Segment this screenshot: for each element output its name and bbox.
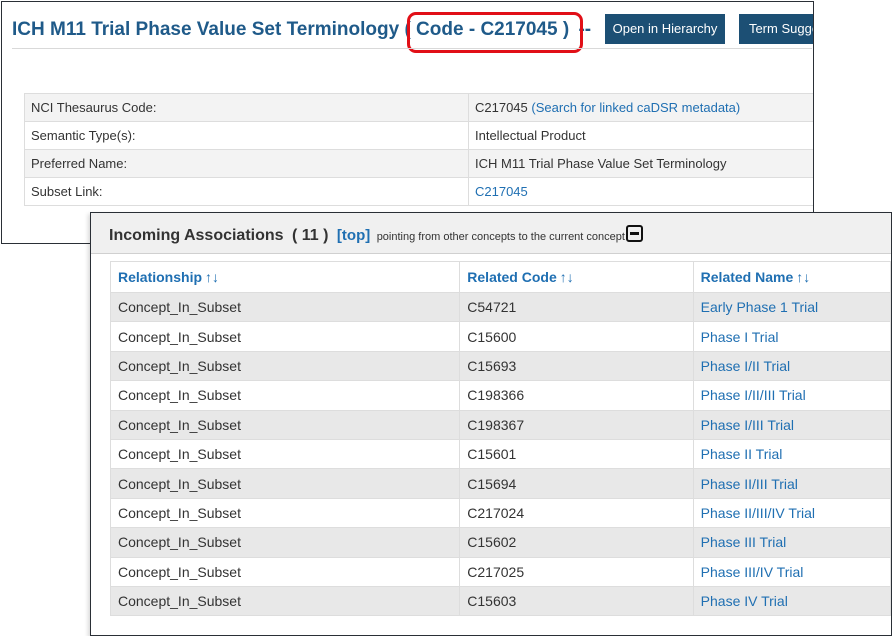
property-row-code: NCI Thesaurus Code: C217045 (Search for … — [24, 93, 813, 122]
property-label: Preferred Name: — [24, 149, 469, 178]
property-label: Subset Link: — [24, 177, 469, 206]
sort-icon[interactable]: ↑↓ — [205, 269, 219, 285]
related-name-link[interactable]: Early Phase 1 Trial — [701, 299, 819, 315]
table-row: Concept_In_Subset C15694 Phase II/III Tria… — [109, 468, 891, 499]
column-header-label: Relationship — [118, 269, 203, 285]
related-name-link[interactable]: Phase II/III/IV Trial — [701, 505, 815, 521]
relationship-cell: Concept_In_Subset — [109, 585, 461, 617]
relationship-cell: Concept_In_Subset — [109, 380, 461, 411]
related-name-cell: Phase II/III/IV Trial — [692, 497, 891, 529]
incoming-associations-header: Incoming Associations ( 11 ) [top] point… — [91, 213, 891, 254]
column-header-relationship[interactable]: Relationship ↑↓ — [109, 261, 461, 293]
relationship-cell: Concept_In_Subset — [109, 350, 461, 382]
related-name-cell: Phase II/III Trial — [692, 468, 891, 499]
relationship-cell: Concept_In_Subset — [109, 409, 461, 440]
related-name-link[interactable]: Phase I Trial — [701, 329, 779, 345]
relationship-cell: Concept_In_Subset — [109, 468, 461, 499]
relationship-cell: Concept_In_Subset — [109, 527, 461, 558]
relationship-cell: Concept_In_Subset — [109, 291, 461, 323]
property-value: C217045 (Search for linked caDSR metadat… — [468, 93, 813, 122]
column-header-label: Related Code — [467, 269, 557, 285]
property-value: C217045 — [468, 177, 813, 206]
related-code-cell: C15601 — [459, 438, 694, 470]
concept-title-bar: ICH M11 Trial Phase Value Set Terminolog… — [2, 2, 813, 53]
table-row: Concept_In_Subset C198366 Phase I/II/III T… — [109, 380, 891, 411]
related-name-link[interactable]: Phase IV Trial — [701, 593, 788, 609]
related-code-cell: C217025 — [459, 556, 694, 587]
incoming-associations-heading: Incoming Associations ( 11 ) [top] point… — [109, 225, 643, 247]
incoming-associations-panel: Incoming Associations ( 11 ) [top] point… — [90, 212, 892, 636]
related-code-cell: C15693 — [459, 350, 694, 382]
table-row: Concept_In_Subset C217024 Phase II/III/IV … — [109, 497, 891, 529]
property-value: ICH M11 Trial Phase Value Set Terminolog… — [468, 149, 813, 178]
related-code-cell: C54721 — [459, 291, 694, 323]
related-name-cell: Phase I/II Trial — [692, 350, 891, 382]
relationship-cell: Concept_In_Subset — [109, 556, 461, 587]
incoming-associations-table: Relationship ↑↓ Related Code ↑↓ Related Na… — [109, 261, 891, 617]
related-name-cell: Phase III Trial — [692, 527, 891, 558]
table-row: Concept_In_Subset C15693 Phase I/II Trial — [109, 350, 891, 382]
related-name-link[interactable]: Phase II/III Trial — [701, 476, 798, 492]
related-name-cell: Phase IV Trial — [692, 585, 891, 617]
incoming-associations-rows: Concept_In_Subset C54721 Early Phase 1 Tri… — [109, 291, 891, 617]
related-name-cell: Phase II Trial — [692, 438, 891, 470]
table-row: Concept_In_Subset C15601 Phase II Trial — [109, 438, 891, 470]
related-code-cell: C15603 — [459, 585, 694, 617]
table-row: Concept_In_Subset C15600 Phase I Trial — [109, 321, 891, 352]
open-in-hierarchy-button[interactable]: Open in Hierarchy — [605, 14, 725, 44]
related-name-link[interactable]: Phase I/III Trial — [701, 417, 794, 433]
property-label: NCI Thesaurus Code: — [24, 93, 469, 122]
concept-details-panel: ICH M11 Trial Phase Value Set Terminolog… — [1, 1, 814, 244]
relationship-cell: Concept_In_Subset — [109, 438, 461, 470]
property-row-semantic-type: Semantic Type(s): Intellectual Product — [24, 121, 813, 150]
column-header-related-code[interactable]: Related Code ↑↓ — [459, 261, 694, 293]
related-name-cell: Phase I/II/III Trial — [692, 380, 891, 411]
column-header-label: Related Name — [700, 269, 794, 285]
sort-icon[interactable]: ↑↓ — [560, 269, 574, 285]
related-name-link[interactable]: Phase III/IV Trial — [701, 564, 804, 580]
ncit-code-value: C217045 — [475, 100, 528, 115]
concept-properties-table: NCI Thesaurus Code: C217045 (Search for … — [24, 93, 813, 206]
related-name-cell: Phase I Trial — [692, 321, 891, 352]
term-suggestion-button[interactable]: Term Sugge — [739, 14, 813, 44]
related-name-link[interactable]: Phase III Trial — [701, 534, 787, 550]
column-header-related-name[interactable]: Related Name ↑↓ — [692, 261, 891, 293]
related-name-cell: Phase III/IV Trial — [692, 556, 891, 587]
property-value: Intellectual Product — [468, 121, 813, 150]
related-code-cell: C15600 — [459, 321, 694, 352]
top-link[interactable]: [top] — [337, 227, 370, 244]
related-name-link[interactable]: Phase I/II Trial — [701, 358, 790, 374]
property-label: Semantic Type(s): — [24, 121, 469, 150]
concept-title: ICH M11 Trial Phase Value Set Terminolog… — [12, 19, 400, 40]
related-code-cell: C15694 — [459, 468, 694, 499]
table-header-row: Relationship ↑↓ Related Code ↑↓ Related Na… — [109, 261, 891, 293]
relationship-cell: Concept_In_Subset — [109, 497, 461, 529]
association-count: ( 11 ) — [292, 227, 329, 244]
sort-icon[interactable]: ↑↓ — [796, 269, 810, 285]
relationship-cell: Concept_In_Subset — [109, 321, 461, 352]
related-name-cell: Phase I/III Trial — [692, 409, 891, 440]
code-highlight-box — [407, 12, 583, 53]
related-code-cell: C15602 — [459, 527, 694, 558]
related-code-cell: C198366 — [459, 380, 694, 411]
related-code-cell: C217024 — [459, 497, 694, 529]
search-cadsr-link[interactable]: (Search for linked caDSR metadata) — [531, 100, 740, 115]
table-row: Concept_In_Subset C15603 Phase IV Trial — [109, 585, 891, 617]
section-note: pointing from other concepts to the curr… — [376, 231, 625, 243]
property-row-preferred-name: Preferred Name: ICH M11 Trial Phase Valu… — [24, 149, 813, 178]
table-row: Concept_In_Subset C54721 Early Phase 1 Tri… — [109, 291, 891, 323]
title-divider — [12, 48, 812, 49]
table-row: Concept_In_Subset C15602 Phase III Trial — [109, 527, 891, 558]
related-name-cell: Early Phase 1 Trial — [692, 291, 891, 323]
related-name-link[interactable]: Phase I/II/III Trial — [701, 387, 806, 403]
table-row: Concept_In_Subset C217025 Phase III/IV Tri… — [109, 556, 891, 587]
table-row: Concept_In_Subset C198367 Phase I/III Tria… — [109, 409, 891, 440]
property-row-subset-link: Subset Link: C217045 — [24, 177, 813, 206]
related-code-cell: C198367 — [459, 409, 694, 440]
minus-square-icon[interactable] — [625, 225, 643, 242]
section-title: Incoming Associations — [109, 227, 284, 244]
related-name-link[interactable]: Phase II Trial — [701, 446, 783, 462]
subset-link[interactable]: C217045 — [475, 184, 528, 199]
